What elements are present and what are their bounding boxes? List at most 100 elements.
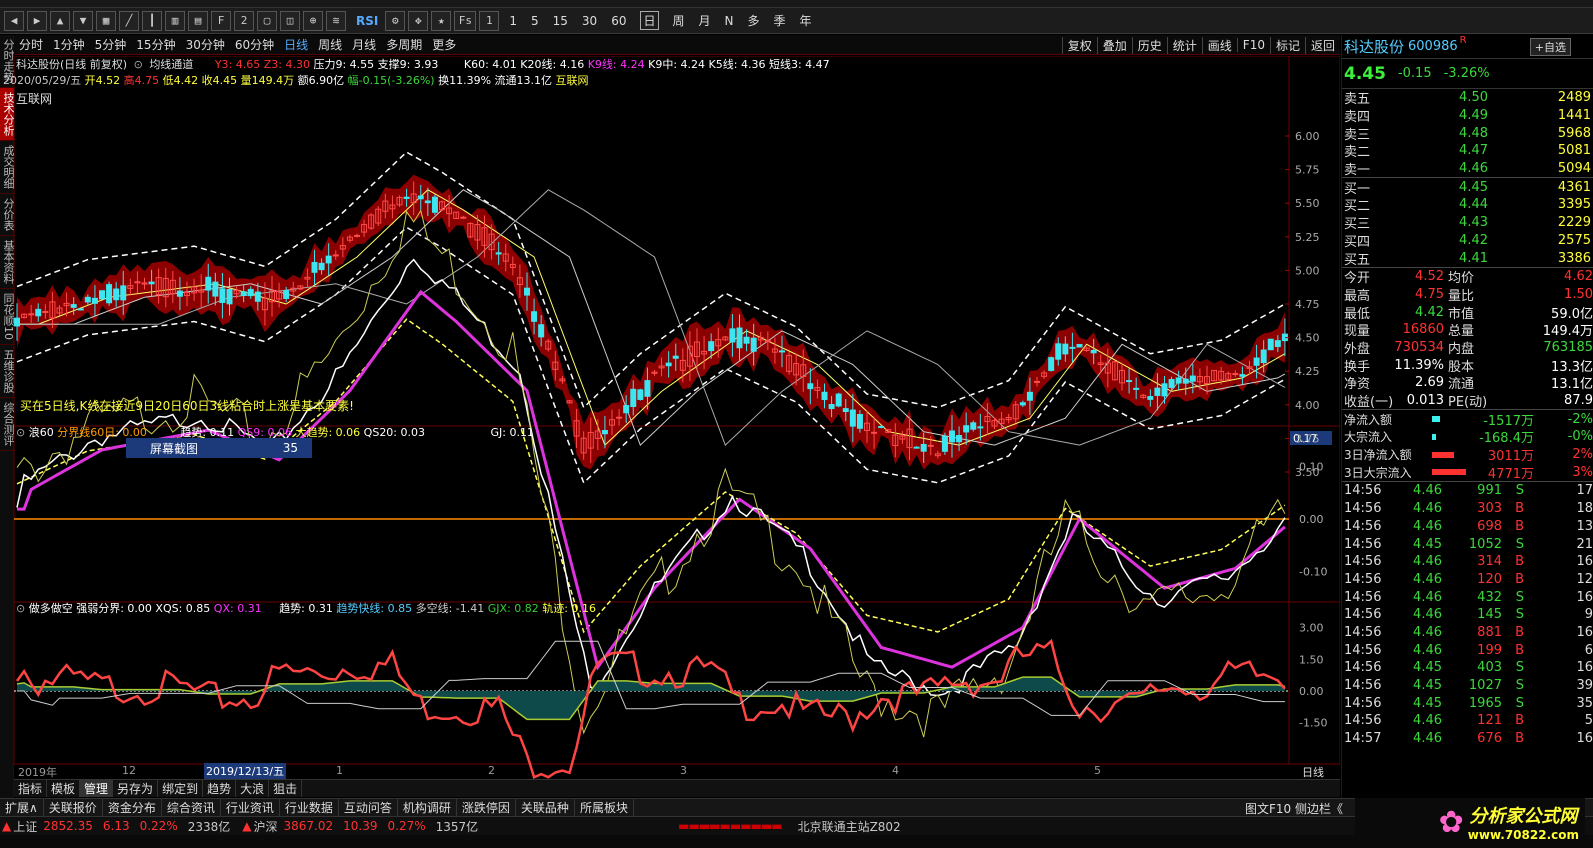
tool-fuquan[interactable]: 复权 xyxy=(1061,36,1097,54)
period-season[interactable]: 季 xyxy=(774,12,786,29)
rsi-button[interactable]: RSI xyxy=(356,14,378,28)
left-tab-2[interactable]: 成交明细 xyxy=(0,141,15,194)
candle-body xyxy=(495,252,502,255)
period-day[interactable]: 日 xyxy=(640,11,659,30)
ext-related-products[interactable]: 关联品种 xyxy=(516,799,575,816)
period-week[interactable]: 周 xyxy=(673,12,685,29)
period-1[interactable]: 1 xyxy=(509,14,517,28)
period-month[interactable]: 月 xyxy=(699,12,711,29)
btab-saveas[interactable]: 另存为 xyxy=(113,780,159,797)
back-icon[interactable]: ◀ xyxy=(4,10,24,31)
btab-bind[interactable]: 绑定到 xyxy=(158,780,204,797)
indicator1-name[interactable]: 浪60 xyxy=(29,426,54,439)
btab-template[interactable]: 模板 xyxy=(47,780,81,797)
btab-snipe[interactable]: 狙击 xyxy=(269,780,303,797)
sz-label[interactable]: 沪深 xyxy=(254,818,278,835)
period-year[interactable]: 年 xyxy=(800,12,812,29)
tool-overlay[interactable]: 叠加 xyxy=(1096,36,1132,54)
left-tab-5[interactable]: 同花顺10 xyxy=(0,289,15,345)
tool-back[interactable]: 返回 xyxy=(1304,36,1340,54)
btab-manage[interactable]: 管理 xyxy=(80,780,114,797)
ext-research[interactable]: 机构调研 xyxy=(398,799,457,816)
bar-chart-icon[interactable]: ▥ xyxy=(165,10,185,31)
collapse-icon[interactable]: ⊙ xyxy=(16,426,25,439)
ext-news[interactable]: 综合资讯 xyxy=(162,799,221,816)
period-5[interactable]: 5 xyxy=(531,14,539,28)
ext-capital[interactable]: 资金分布 xyxy=(103,799,162,816)
ext-industry-news[interactable]: 行业资讯 xyxy=(221,799,280,816)
zoom-icon[interactable]: ⊕ xyxy=(303,10,323,31)
bid-book: 买一 4.45 4361 买二 4.44 3395 买三 4.43 2229 买四 4.42 2575… xyxy=(1342,178,1593,268)
btab-indicator[interactable]: 指标 xyxy=(14,780,48,797)
tab-5min[interactable]: 5分钟 xyxy=(90,36,132,53)
tab-15min[interactable]: 15分钟 xyxy=(131,36,180,53)
fs-button[interactable]: Fs xyxy=(454,10,477,31)
ext-sector[interactable]: 所属板块 xyxy=(575,799,634,816)
left-tab-3[interactable]: 分价表 xyxy=(0,194,15,236)
tab-day[interactable]: 日线 xyxy=(279,36,313,53)
tab-60min[interactable]: 60分钟 xyxy=(230,36,279,53)
period-30[interactable]: 30 xyxy=(582,14,597,28)
flow-value: 4771万 xyxy=(1487,466,1534,482)
tool-stats[interactable]: 统计 xyxy=(1166,36,1202,54)
f2-icon[interactable]: 2 xyxy=(234,10,254,31)
ext-limit-reason[interactable]: 涨跌停因 xyxy=(457,799,516,816)
tool-history[interactable]: 历史 xyxy=(1131,36,1167,54)
sh-label[interactable]: 上证 xyxy=(13,818,37,835)
line-chart-icon[interactable]: ╱ xyxy=(119,10,139,31)
f10-sidebar-toggle[interactable]: 图文F10 侧边栏《 xyxy=(1240,800,1348,817)
left-tab-6[interactable]: 五维诊股 xyxy=(0,345,15,398)
ext-related-quote[interactable]: 关联报价 xyxy=(44,799,103,816)
tool-f10[interactable]: F10 xyxy=(1236,38,1270,52)
screenshot-popup[interactable]: 屏幕截图 35 xyxy=(126,438,312,458)
candle-body xyxy=(1161,383,1168,397)
left-tab-1[interactable]: 技术分析 xyxy=(0,88,15,141)
tick-list[interactable]: 14:56 4.46 991 S 17 14:56 4.46 303 B 18 14:56 4.46 6… xyxy=(1342,482,1593,747)
collapse-icon[interactable]: ⊙ xyxy=(16,602,25,615)
ext-qa[interactable]: 互动问答 xyxy=(339,799,398,816)
down-icon[interactable]: ▼ xyxy=(73,10,93,31)
forward-icon[interactable]: ▶ xyxy=(27,10,47,31)
indicator-name[interactable]: 均线通道 xyxy=(149,58,193,71)
sh-change: 6.13 xyxy=(102,819,130,833)
move-icon[interactable]: ✥ xyxy=(408,10,429,31)
grid-icon[interactable]: ▦ xyxy=(96,10,116,31)
candle-body xyxy=(283,290,290,299)
left-tab-7[interactable]: 综合测评 xyxy=(0,398,15,451)
bids-label: 买四 xyxy=(1344,234,1371,250)
tool-draw[interactable]: 画线 xyxy=(1201,36,1237,54)
period-multi[interactable]: 多 xyxy=(748,12,760,29)
tool-mark[interactable]: 标记 xyxy=(1269,36,1305,54)
collapse-icon[interactable]: ⊙ xyxy=(134,58,143,71)
table-icon[interactable]: ▤ xyxy=(188,10,208,31)
indicator-icon[interactable]: ≋ xyxy=(326,10,346,31)
f1-icon[interactable]: 1 xyxy=(479,10,500,31)
ext-industry-data[interactable]: 行业数据 xyxy=(280,799,339,816)
btab-bigwave[interactable]: 大浪 xyxy=(236,780,270,797)
tab-week[interactable]: 周线 xyxy=(313,36,347,53)
ext-expand[interactable]: 扩展∧ xyxy=(0,799,44,816)
file-icon[interactable]: ▢ xyxy=(257,10,277,31)
period-15[interactable]: 15 xyxy=(553,14,568,28)
add-watchlist-button[interactable]: +自选 xyxy=(1529,37,1571,56)
f10-icon[interactable]: F xyxy=(211,10,231,31)
left-tab-4[interactable]: 基本资料 xyxy=(0,236,15,289)
btab-trend[interactable]: 趋势 xyxy=(203,780,237,797)
server-name[interactable]: 北京联通主站Z802 xyxy=(798,818,901,835)
candle-body xyxy=(332,254,339,257)
tick-side: B xyxy=(1515,731,1524,747)
gear-icon[interactable]: ⚙ xyxy=(385,10,406,31)
tab-multi[interactable]: 多周期 xyxy=(381,36,427,53)
period-n[interactable]: N xyxy=(725,14,734,28)
up-icon[interactable]: ▲ xyxy=(50,10,70,31)
indicator2-name[interactable]: 做多做空 xyxy=(29,602,73,615)
tab-more[interactable]: 更多 xyxy=(427,36,461,53)
tab-month[interactable]: 月线 xyxy=(347,36,381,53)
star-icon[interactable]: ★ xyxy=(431,10,452,31)
tab-30min[interactable]: 30分钟 xyxy=(181,36,230,53)
chart-type-icon[interactable]: ◫ xyxy=(280,10,300,31)
tab-1min[interactable]: 1分钟 xyxy=(48,36,90,53)
kline-icon[interactable]: ┃ xyxy=(142,10,162,31)
tab-fenshi[interactable]: 分时 xyxy=(14,36,48,53)
period-60[interactable]: 60 xyxy=(611,14,626,28)
